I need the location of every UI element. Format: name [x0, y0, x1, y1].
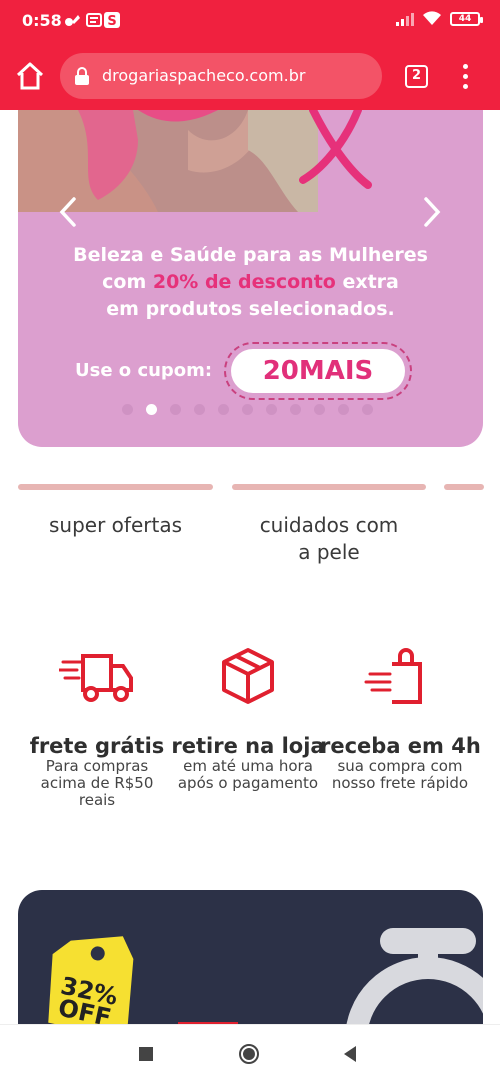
s-app-icon: S — [104, 12, 120, 28]
notification-icon — [65, 15, 80, 26]
box-icon — [222, 648, 274, 704]
feature-desc: Para compras acima de R$50 reais — [40, 757, 154, 809]
category-bar — [444, 484, 484, 490]
app-notification-icon — [86, 13, 102, 27]
banner-headline: Beleza e Saúde para as Mulheres com 20% … — [18, 242, 483, 323]
category-cuidados-pele[interactable]: cuidados com a pele — [232, 484, 426, 566]
status-time: 0:58 — [22, 11, 62, 30]
carousel-dot[interactable] — [338, 404, 349, 415]
overflow-menu-icon[interactable] — [458, 62, 472, 90]
category-label: super ofertas — [49, 513, 182, 537]
coupon-code: 20MAIS — [231, 349, 405, 393]
browser-chrome: 0:58 S 44 drogariaspacheco.com.br 2 — [0, 0, 500, 110]
feature-desc: em até uma hora após o pagamento — [177, 757, 319, 792]
feature-title: frete grátis — [29, 734, 165, 758]
carousel-dot[interactable] — [122, 404, 133, 415]
lock-icon — [75, 67, 89, 85]
carousel-dot[interactable] — [290, 404, 301, 415]
url-text: drogariaspacheco.com.br — [102, 66, 306, 85]
category-super-ofertas[interactable]: super ofertas — [18, 484, 213, 539]
feature-title: retire na loja — [171, 734, 325, 758]
status-bar: 0:58 S 44 — [0, 0, 500, 42]
recents-icon[interactable] — [135, 1043, 157, 1065]
carousel-dot[interactable] — [194, 404, 205, 415]
home-nav-icon[interactable] — [238, 1043, 260, 1065]
carousel-dot[interactable] — [170, 404, 181, 415]
coupon-label: Use o cupom: — [75, 360, 213, 381]
carousel-dot[interactable] — [146, 404, 157, 415]
carousel-dot[interactable] — [314, 404, 325, 415]
feature-title: receba em 4h — [320, 734, 481, 758]
battery-indicator: 44 — [450, 11, 483, 26]
shopping-bag-icon — [364, 648, 422, 704]
category-next-partial[interactable] — [444, 484, 484, 490]
discount-tag: 32% OFF — [55, 971, 121, 1030]
carousel-next-icon[interactable] — [422, 196, 442, 228]
wifi-icon — [423, 11, 441, 25]
discount-highlight: 20% de desconto — [152, 271, 336, 293]
feature-receba-em-4h: receba em 4h sua compra com nosso frete … — [320, 646, 481, 792]
feature-desc: sua compra com nosso frete rápido — [331, 757, 469, 792]
truck-icon — [57, 654, 133, 702]
banner-photo — [18, 110, 483, 212]
promo-banner[interactable]: Beleza e Saúde para as Mulheres com 20% … — [18, 110, 483, 447]
carousel-dot[interactable] — [218, 404, 229, 415]
category-bar — [18, 484, 213, 490]
tab-switcher-button[interactable]: 2 — [405, 65, 428, 88]
feature-retire-na-loja: retire na loja em até uma hora após o pa… — [168, 646, 328, 792]
feature-frete-gratis: frete grátis Para compras acima de R$50 … — [17, 646, 177, 809]
home-icon[interactable] — [14, 60, 46, 92]
signal-icon — [396, 12, 414, 26]
back-icon[interactable] — [340, 1043, 362, 1065]
carousel-dots[interactable] — [122, 404, 373, 415]
carousel-dot[interactable] — [242, 404, 253, 415]
headline-line-2: com 20% de desconto extra — [102, 271, 399, 293]
category-bar — [232, 484, 426, 490]
promo-card[interactable]: 32% OFF — [18, 890, 483, 1030]
carousel-dot[interactable] — [266, 404, 277, 415]
system-nav-bar — [0, 1024, 500, 1082]
address-bar[interactable]: drogariaspacheco.com.br — [60, 53, 382, 99]
headline-line-1: Beleza e Saúde para as Mulheres — [73, 244, 428, 266]
coupon-badge: 20MAIS — [224, 342, 412, 400]
carousel-dot[interactable] — [362, 404, 373, 415]
headline-line-3: em produtos selecionados. — [106, 298, 395, 320]
carousel-prev-icon[interactable] — [58, 196, 78, 228]
category-label: cuidados com a pele — [259, 513, 399, 564]
svg-text:S: S — [107, 14, 116, 28]
